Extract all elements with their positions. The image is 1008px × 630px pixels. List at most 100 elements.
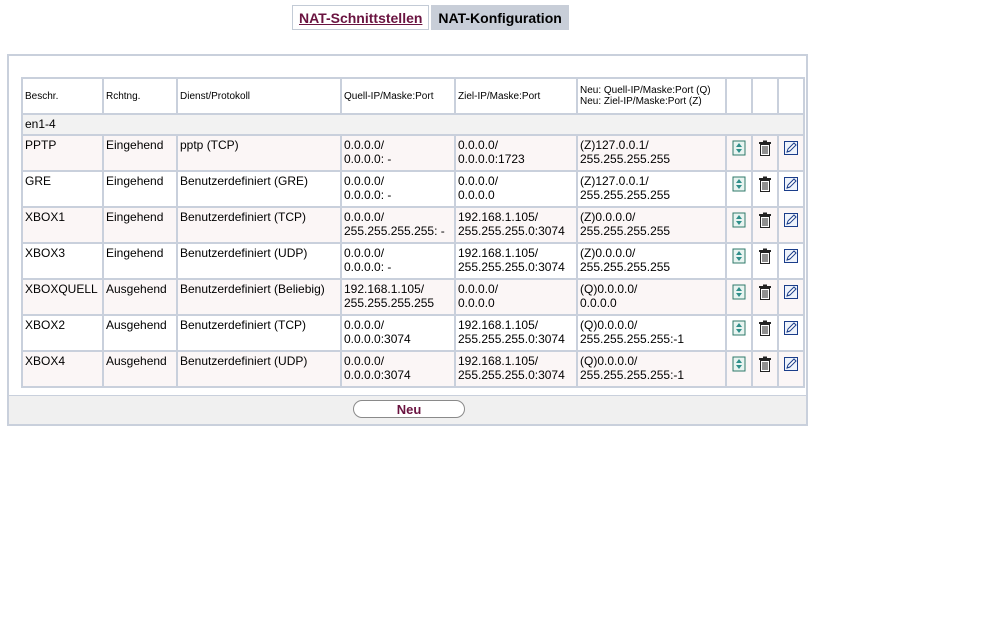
cell-neu-ip: (Z)127.0.0.1/	[580, 174, 649, 188]
header-neu: Neu: Quell-IP/Maske:Port (Q) Neu: Ziel-I…	[578, 79, 725, 113]
move-up-down-icon[interactable]	[731, 212, 747, 228]
move-up-down-icon[interactable]	[731, 176, 747, 192]
cell-ziel: 192.168.1.105/255.255.255.0:3074	[456, 244, 576, 278]
cell-neu-mask: 255.255.255.255	[580, 224, 671, 238]
trash-icon[interactable]	[757, 356, 773, 372]
header-action-2	[753, 79, 777, 113]
cell-ziel-ip: 192.168.1.105/	[458, 354, 539, 368]
cell-beschr: XBOX2	[23, 316, 102, 350]
trash-icon[interactable]	[757, 248, 773, 264]
cell-quell-mask: 0.0.0.0:3074	[344, 332, 411, 346]
cell-move	[727, 136, 751, 170]
cell-quell: 0.0.0.0/0.0.0.0: -	[342, 172, 454, 206]
cell-edit	[779, 352, 803, 386]
cell-beschr: XBOXQUELL	[23, 280, 102, 314]
move-up-down-icon[interactable]	[731, 284, 747, 300]
edit-icon[interactable]	[783, 284, 799, 300]
nat-rules-table: Beschr. Rchtng. Dienst/Protokoll Quell-I…	[21, 77, 805, 388]
cell-quell: 0.0.0.0/0.0.0.0:3074	[342, 316, 454, 350]
trash-icon[interactable]	[757, 320, 773, 336]
edit-icon[interactable]	[783, 176, 799, 192]
cell-neu: (Z)127.0.0.1/255.255.255.255	[578, 172, 725, 206]
cell-delete	[753, 352, 777, 386]
cell-quell: 192.168.1.105/255.255.255.255	[342, 280, 454, 314]
cell-ziel-mask: 0.0.0.0	[458, 188, 495, 202]
cell-rchtng: Eingehend	[104, 244, 176, 278]
cell-beschr: XBOX4	[23, 352, 102, 386]
cell-quell-ip: 0.0.0.0/	[344, 246, 385, 260]
cell-quell-mask: 255.255.255.255	[344, 296, 435, 310]
cell-quell-ip: 0.0.0.0/	[344, 354, 385, 368]
cell-ziel: 192.168.1.105/255.255.255.0:3074	[456, 208, 576, 242]
header-neu-line2: Neu: Ziel-IP/Maske:Port (Z)	[580, 96, 702, 107]
cell-edit	[779, 208, 803, 242]
cell-ziel-mask: 255.255.255.0:3074	[458, 368, 565, 382]
cell-move	[727, 172, 751, 206]
cell-delete	[753, 244, 777, 278]
cell-quell-ip: 0.0.0.0/	[344, 210, 385, 224]
cell-quell-ip: 0.0.0.0/	[344, 318, 385, 332]
cell-neu-mask: 255.255.255.255	[580, 152, 671, 166]
cell-quell-ip: 192.168.1.105/	[344, 282, 425, 296]
cell-dienst: Benutzerdefiniert (GRE)	[178, 172, 340, 206]
tab-nat-konfiguration[interactable]: NAT-Konfiguration	[431, 5, 569, 30]
cell-rchtng: Ausgehend	[104, 280, 176, 314]
move-up-down-icon[interactable]	[731, 248, 747, 264]
cell-neu-mask: 255.255.255.255	[580, 188, 671, 202]
cell-ziel-mask: 255.255.255.0:3074	[458, 260, 565, 274]
header-beschr[interactable]: Beschr.	[23, 79, 102, 113]
cell-ziel-ip: 192.168.1.105/	[458, 210, 539, 224]
cell-quell-ip: 0.0.0.0/	[344, 174, 385, 188]
move-up-down-icon[interactable]	[731, 356, 747, 372]
cell-edit	[779, 172, 803, 206]
cell-delete	[753, 316, 777, 350]
edit-icon[interactable]	[783, 248, 799, 264]
edit-icon[interactable]	[783, 320, 799, 336]
header-dienst[interactable]: Dienst/Protokoll	[178, 79, 340, 113]
trash-icon[interactable]	[757, 284, 773, 300]
cell-move	[727, 244, 751, 278]
nat-config-panel: Beschr. Rchtng. Dienst/Protokoll Quell-I…	[7, 54, 808, 426]
new-button[interactable]: Neu	[353, 400, 465, 418]
move-up-down-icon[interactable]	[731, 140, 747, 156]
header-action-1	[727, 79, 751, 113]
cell-quell-mask: 0.0.0.0:3074	[344, 368, 411, 382]
cell-rchtng: Eingehend	[104, 172, 176, 206]
cell-ziel-ip: 192.168.1.105/	[458, 246, 539, 260]
cell-neu: (Q)0.0.0.0/255.255.255.255:-1	[578, 352, 725, 386]
header-rchtng[interactable]: Rchtng.	[104, 79, 176, 113]
cell-ziel-ip: 192.168.1.105/	[458, 318, 539, 332]
cell-neu: (Q)0.0.0.0/0.0.0.0	[578, 280, 725, 314]
edit-icon[interactable]	[783, 356, 799, 372]
cell-neu: (Q)0.0.0.0/255.255.255.255:-1	[578, 316, 725, 350]
cell-dienst: Benutzerdefiniert (UDP)	[178, 352, 340, 386]
cell-ziel-ip: 0.0.0.0/	[458, 174, 499, 188]
cell-beschr: GRE	[23, 172, 102, 206]
cell-neu-mask: 0.0.0.0	[580, 296, 617, 310]
cell-neu-ip: (Z)0.0.0.0/	[580, 210, 636, 224]
cell-neu-ip: (Q)0.0.0.0/	[580, 318, 638, 332]
cell-edit	[779, 316, 803, 350]
header-ziel[interactable]: Ziel-IP/Maske:Port	[456, 79, 576, 113]
cell-ziel-ip: 0.0.0.0/	[458, 282, 499, 296]
header-quell[interactable]: Quell-IP/Maske:Port	[342, 79, 454, 113]
move-up-down-icon[interactable]	[731, 320, 747, 336]
cell-quell-mask: 255.255.255.255: -	[344, 224, 445, 238]
table-row: GRE Eingehend Benutzerdefiniert (GRE) 0.0.0…	[23, 172, 803, 206]
trash-icon[interactable]	[757, 176, 773, 192]
tab-bar: NAT-Schnittstellen NAT-Konfiguration	[292, 5, 569, 30]
cell-quell: 0.0.0.0/0.0.0.0: -	[342, 136, 454, 170]
cell-ziel: 0.0.0.0/0.0.0.0	[456, 280, 576, 314]
trash-icon[interactable]	[757, 140, 773, 156]
trash-icon[interactable]	[757, 212, 773, 228]
table-row: PPTP Eingehend pptp (TCP) 0.0.0.0/0.0.0.0: …	[23, 136, 803, 170]
edit-icon[interactable]	[783, 212, 799, 228]
cell-edit	[779, 244, 803, 278]
group-label: en1-4	[23, 115, 803, 134]
edit-icon[interactable]	[783, 140, 799, 156]
cell-ziel: 0.0.0.0/0.0.0.0:1723	[456, 136, 576, 170]
cell-ziel-mask: 0.0.0.0:1723	[458, 152, 525, 166]
cell-beschr: XBOX1	[23, 208, 102, 242]
cell-neu-ip: (Q)0.0.0.0/	[580, 282, 638, 296]
tab-nat-schnittstellen[interactable]: NAT-Schnittstellen	[292, 5, 430, 30]
